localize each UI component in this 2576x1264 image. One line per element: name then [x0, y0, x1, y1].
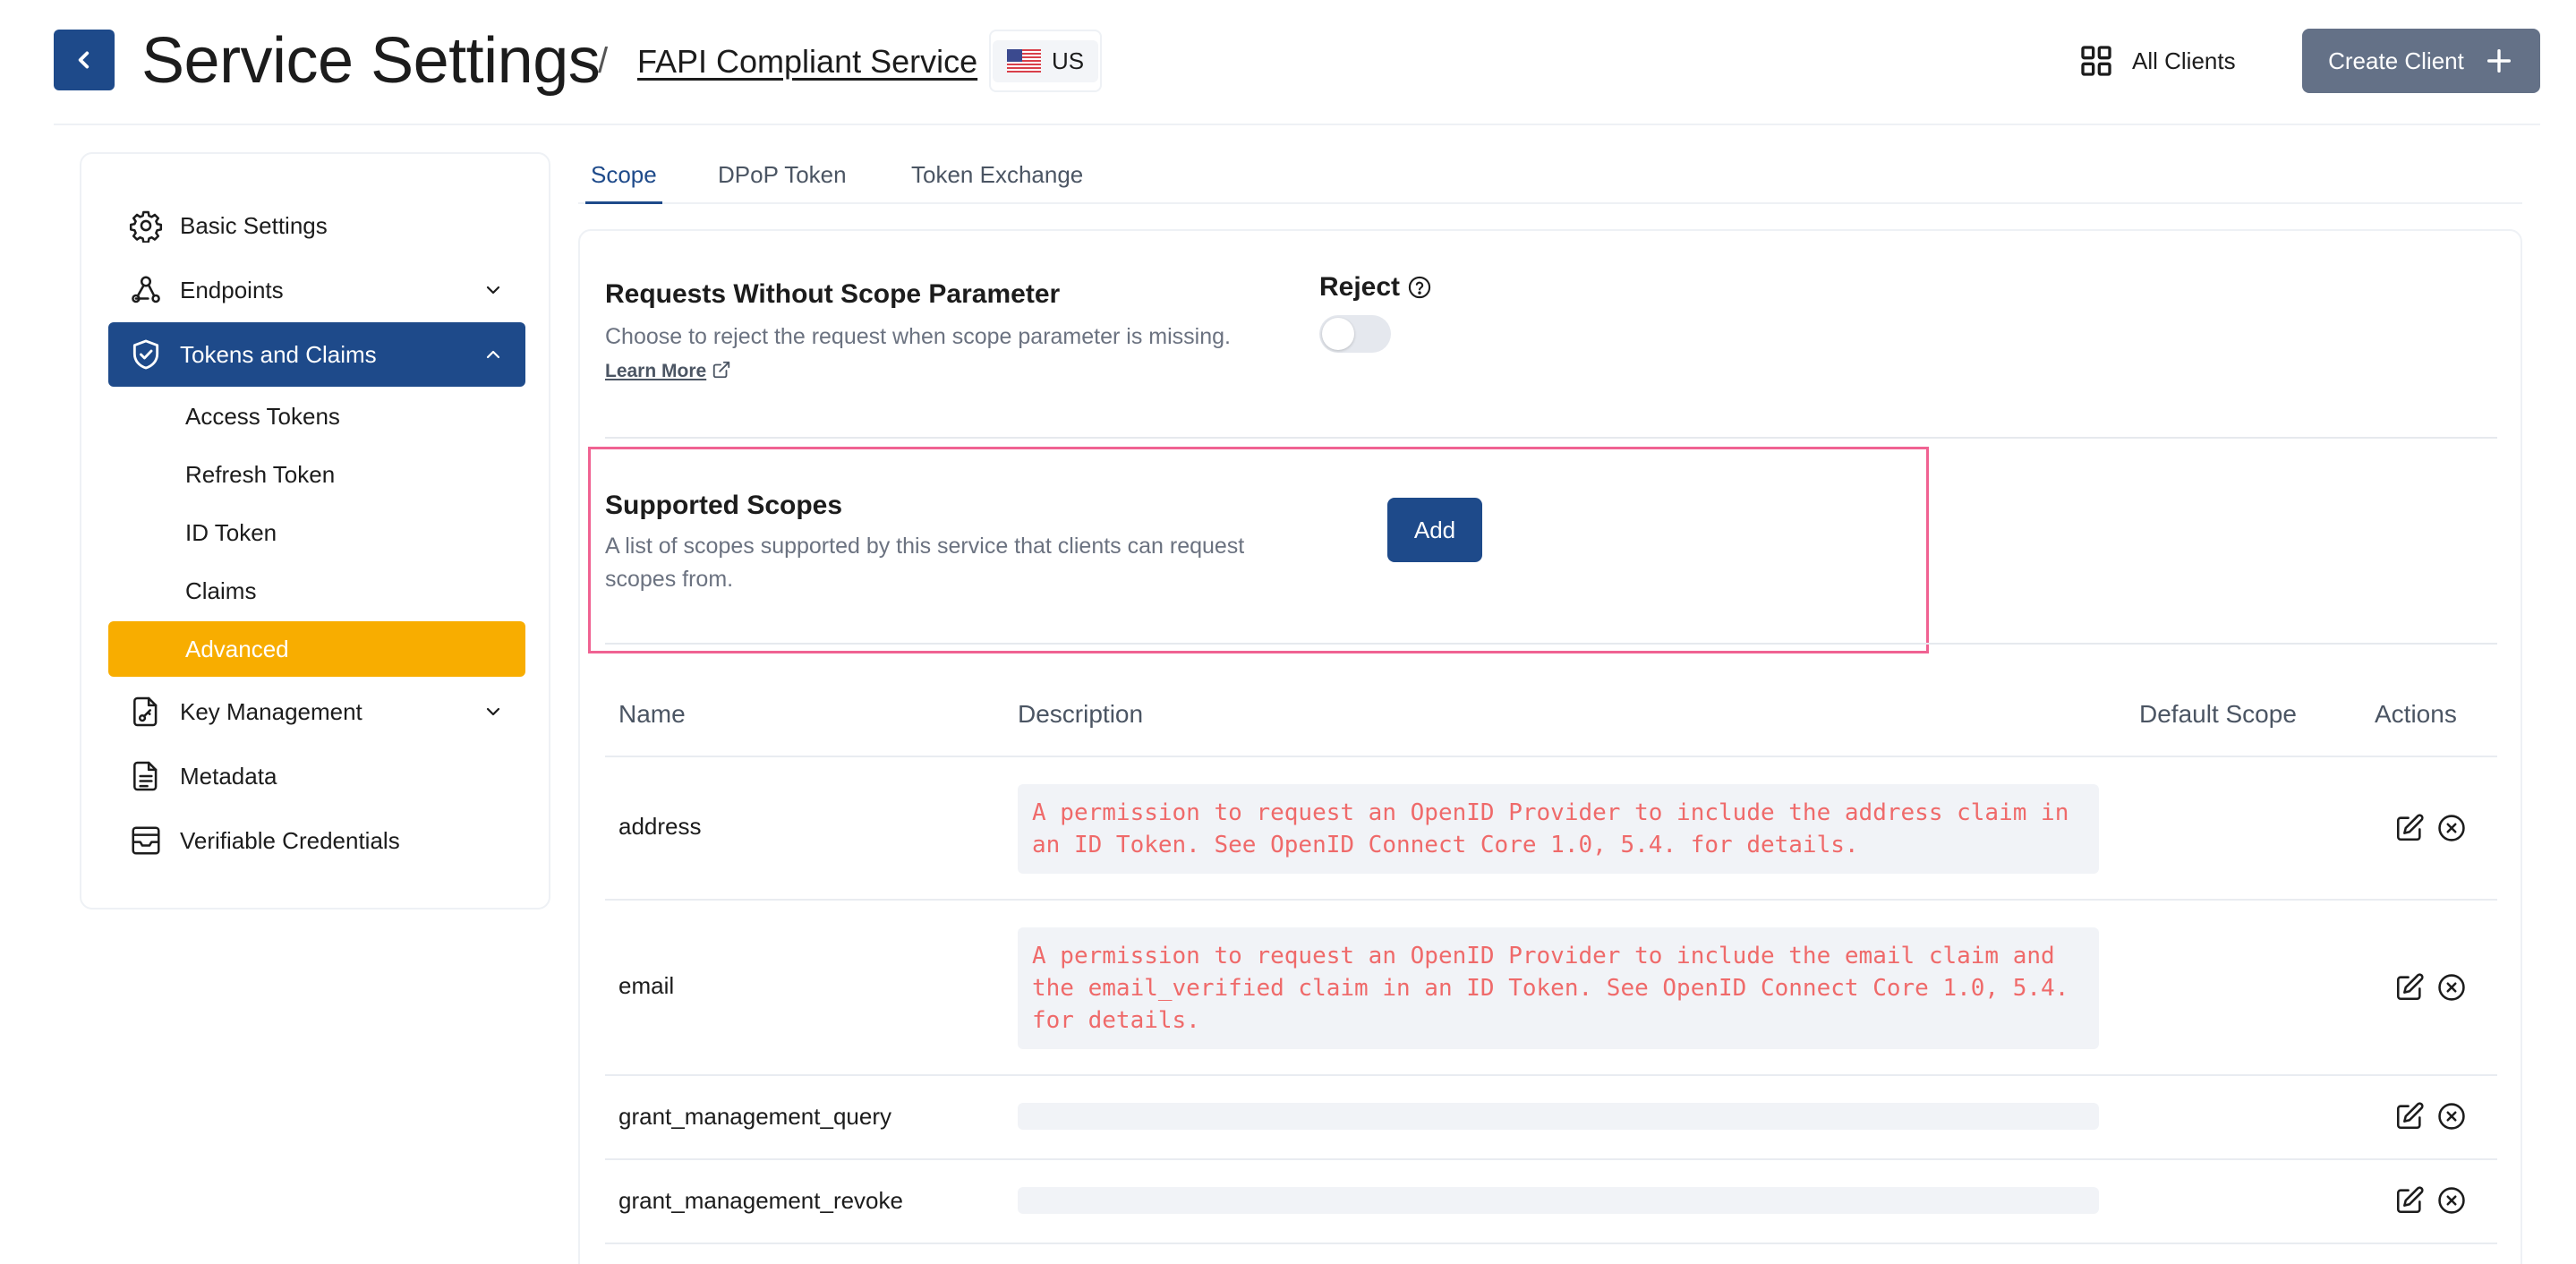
table-row-divider [605, 1243, 2497, 1244]
sidebar-item-label: Basic Settings [180, 211, 328, 239]
learn-more-link[interactable]: Learn More [605, 361, 706, 381]
sidebar-item-key-management[interactable]: Key Management [108, 679, 525, 744]
sidebar-subitem-label: Advanced [185, 635, 289, 662]
sidebar-subitem-label: Claims [185, 576, 257, 604]
table-header-divider [605, 756, 2497, 757]
chevron-down-icon [486, 286, 500, 295]
plus-icon [2486, 48, 2511, 73]
column-header-name: Name [618, 700, 686, 728]
sidebar-subitem-refresh-token[interactable]: Refresh Token [108, 447, 525, 502]
scope-name: email [618, 972, 675, 999]
reject-toggle[interactable] [1319, 315, 1391, 353]
all-clients-button[interactable]: All Clients [2078, 36, 2236, 86]
delete-icon[interactable] [2436, 1101, 2467, 1132]
scope-name: grant_management_revoke [618, 1187, 903, 1214]
tab-dpop-token[interactable]: DPoP Token [718, 161, 847, 204]
back-button[interactable] [54, 30, 115, 90]
chevron-down-icon [486, 707, 500, 716]
delete-icon[interactable] [2436, 813, 2467, 843]
scope-param-title: Requests Without Scope Parameter [605, 279, 1061, 309]
table-row-divider [605, 1158, 2497, 1160]
column-header-description: Description [1018, 700, 1144, 728]
sidebar-subitem-id-token[interactable]: ID Token [108, 505, 525, 560]
region-label: US [1051, 47, 1085, 74]
create-client-label: Create Client [2328, 47, 2464, 74]
help-icon[interactable] [1407, 275, 1432, 300]
delete-icon[interactable] [2436, 972, 2467, 1003]
reject-label-text: Reject [1319, 272, 1401, 302]
region-badge: US [992, 39, 1099, 82]
column-header-default-scope: Default Scope [2139, 700, 2297, 728]
column-header-actions: Actions [2375, 700, 2457, 728]
sidebar-subitem-advanced[interactable]: Advanced [108, 621, 525, 677]
all-clients-label: All Clients [2132, 47, 2236, 74]
region-selector[interactable]: US [989, 30, 1102, 92]
scope-description: A permission to request an OpenID Provid… [1018, 927, 2099, 1049]
scope-description: A permission to request an OpenID Provid… [1018, 784, 2099, 874]
settings-sidebar: Basic Settings Endpoints Tokens and Clai… [80, 152, 550, 910]
file-key-icon [128, 694, 164, 730]
toggle-knob [1322, 318, 1354, 350]
sidebar-item-label: Verifiable Credentials [180, 826, 400, 854]
inbox-icon [128, 823, 164, 858]
gear-icon [128, 208, 164, 243]
scope-param-description: Choose to reject the request when scope … [605, 320, 1250, 388]
document-icon [128, 758, 164, 794]
create-client-button[interactable]: Create Client [2302, 29, 2540, 93]
section-divider [605, 437, 2497, 439]
sidebar-item-label: Tokens and Claims [180, 340, 377, 368]
section-divider [605, 643, 2497, 645]
sidebar-subitem-claims[interactable]: Claims [108, 563, 525, 619]
page-header: Service Settings / FAPI Compliant Servic… [54, 0, 2540, 125]
scope-name: address [618, 813, 702, 840]
sidebar-item-label: Metadata [180, 762, 277, 790]
scope-param-description-text: Choose to reject the request when scope … [605, 324, 1231, 349]
page-title: Service Settings [141, 25, 601, 97]
sidebar-item-tokens-and-claims[interactable]: Tokens and Claims [108, 322, 525, 387]
supported-scopes-description: A list of scopes supported by this servi… [605, 534, 1245, 592]
table-row-divider [605, 1074, 2497, 1076]
sidebar-item-verifiable-credentials[interactable]: Verifiable Credentials [108, 808, 525, 873]
scope-name: grant_management_query [618, 1103, 891, 1130]
tab-scope[interactable]: Scope [585, 161, 662, 204]
sidebar-subitem-label: ID Token [185, 518, 277, 546]
scope-description [1018, 1103, 2099, 1130]
shield-check-icon [128, 337, 164, 372]
sidebar-subitem-label: Access Tokens [185, 402, 340, 430]
us-flag-icon [1006, 49, 1041, 73]
edit-icon[interactable] [2394, 972, 2425, 1003]
table-row-divider [605, 899, 2497, 901]
breadcrumb-separator: / [598, 41, 609, 81]
sidebar-subitem-access-tokens[interactable]: Access Tokens [108, 389, 525, 444]
edit-icon[interactable] [2394, 1185, 2425, 1216]
sidebar-item-label: Endpoints [180, 276, 284, 303]
tab-token-exchange[interactable]: Token Exchange [911, 161, 1083, 204]
reject-label: Reject [1319, 272, 1432, 303]
settings-tabs: Scope DPoP Token Token Exchange [578, 152, 2522, 204]
sidebar-subitem-label: Refresh Token [185, 460, 336, 488]
grid-icon [2081, 46, 2111, 76]
sidebar-item-basic-settings[interactable]: Basic Settings [108, 193, 525, 258]
delete-icon[interactable] [2436, 1185, 2467, 1216]
service-name-link[interactable]: FAPI Compliant Service [637, 39, 977, 84]
edit-icon[interactable] [2394, 1101, 2425, 1132]
sidebar-item-endpoints[interactable]: Endpoints [108, 258, 525, 322]
external-link-icon [713, 361, 730, 379]
sidebar-item-metadata[interactable]: Metadata [108, 744, 525, 808]
chevron-left-icon [78, 51, 90, 69]
chevron-up-icon [486, 350, 500, 359]
webhook-icon [128, 272, 164, 308]
edit-icon[interactable] [2394, 813, 2425, 843]
add-scope-button[interactable]: Add [1387, 498, 1482, 562]
scope-description [1018, 1187, 2099, 1214]
supported-scopes-title: Supported Scopes [605, 491, 843, 520]
sidebar-item-label: Key Management [180, 697, 363, 725]
